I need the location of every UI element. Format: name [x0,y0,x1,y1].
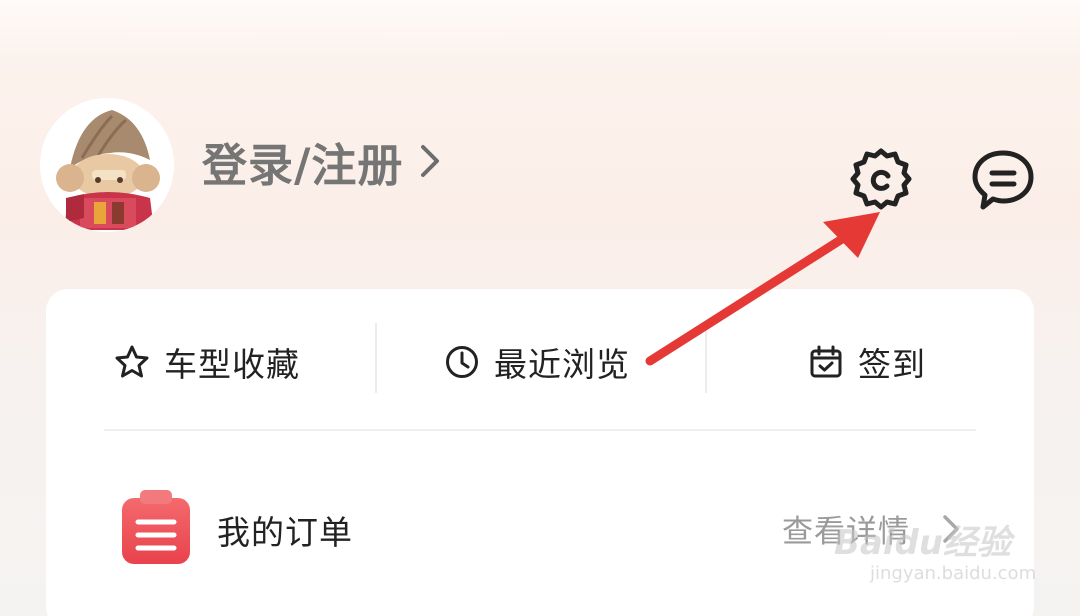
messages-button[interactable] [968,144,1038,214]
login-register-link[interactable]: 登录/注册 [202,128,443,194]
login-register-label: 登录/注册 [202,138,404,192]
status-bar-area [0,0,1080,60]
star-icon [115,345,149,378]
check-in-label: 签到 [858,345,926,384]
recent-views-label: 最近浏览 [494,345,630,384]
recent-views-button[interactable]: 最近浏览 [444,335,630,389]
favorites-label: 车型收藏 [164,345,300,384]
divider [104,429,976,431]
calendar-check-icon [810,345,842,378]
monkey-king-avatar-icon [40,98,174,232]
divider [375,323,377,393]
clipboard-icon [122,490,190,564]
divider [705,323,707,393]
baidu-jingyan-watermark: Baidu经验 jingyan.baidu.com [830,505,1036,590]
avatar[interactable] [40,98,174,232]
settings-button[interactable] [846,144,916,214]
favorites-button[interactable]: 车型收藏 [114,335,300,389]
watermark-brand: Baidu经验 [834,523,1012,563]
chevron-right-icon [421,145,440,177]
watermark-url: jingyan.baidu.com [870,563,1037,584]
my-orders-label: 我的订单 [217,513,353,552]
clock-icon [446,346,478,378]
gear-icon [850,148,912,210]
chat-bubble-icon [972,150,1034,210]
check-in-button[interactable]: 签到 [808,335,926,389]
